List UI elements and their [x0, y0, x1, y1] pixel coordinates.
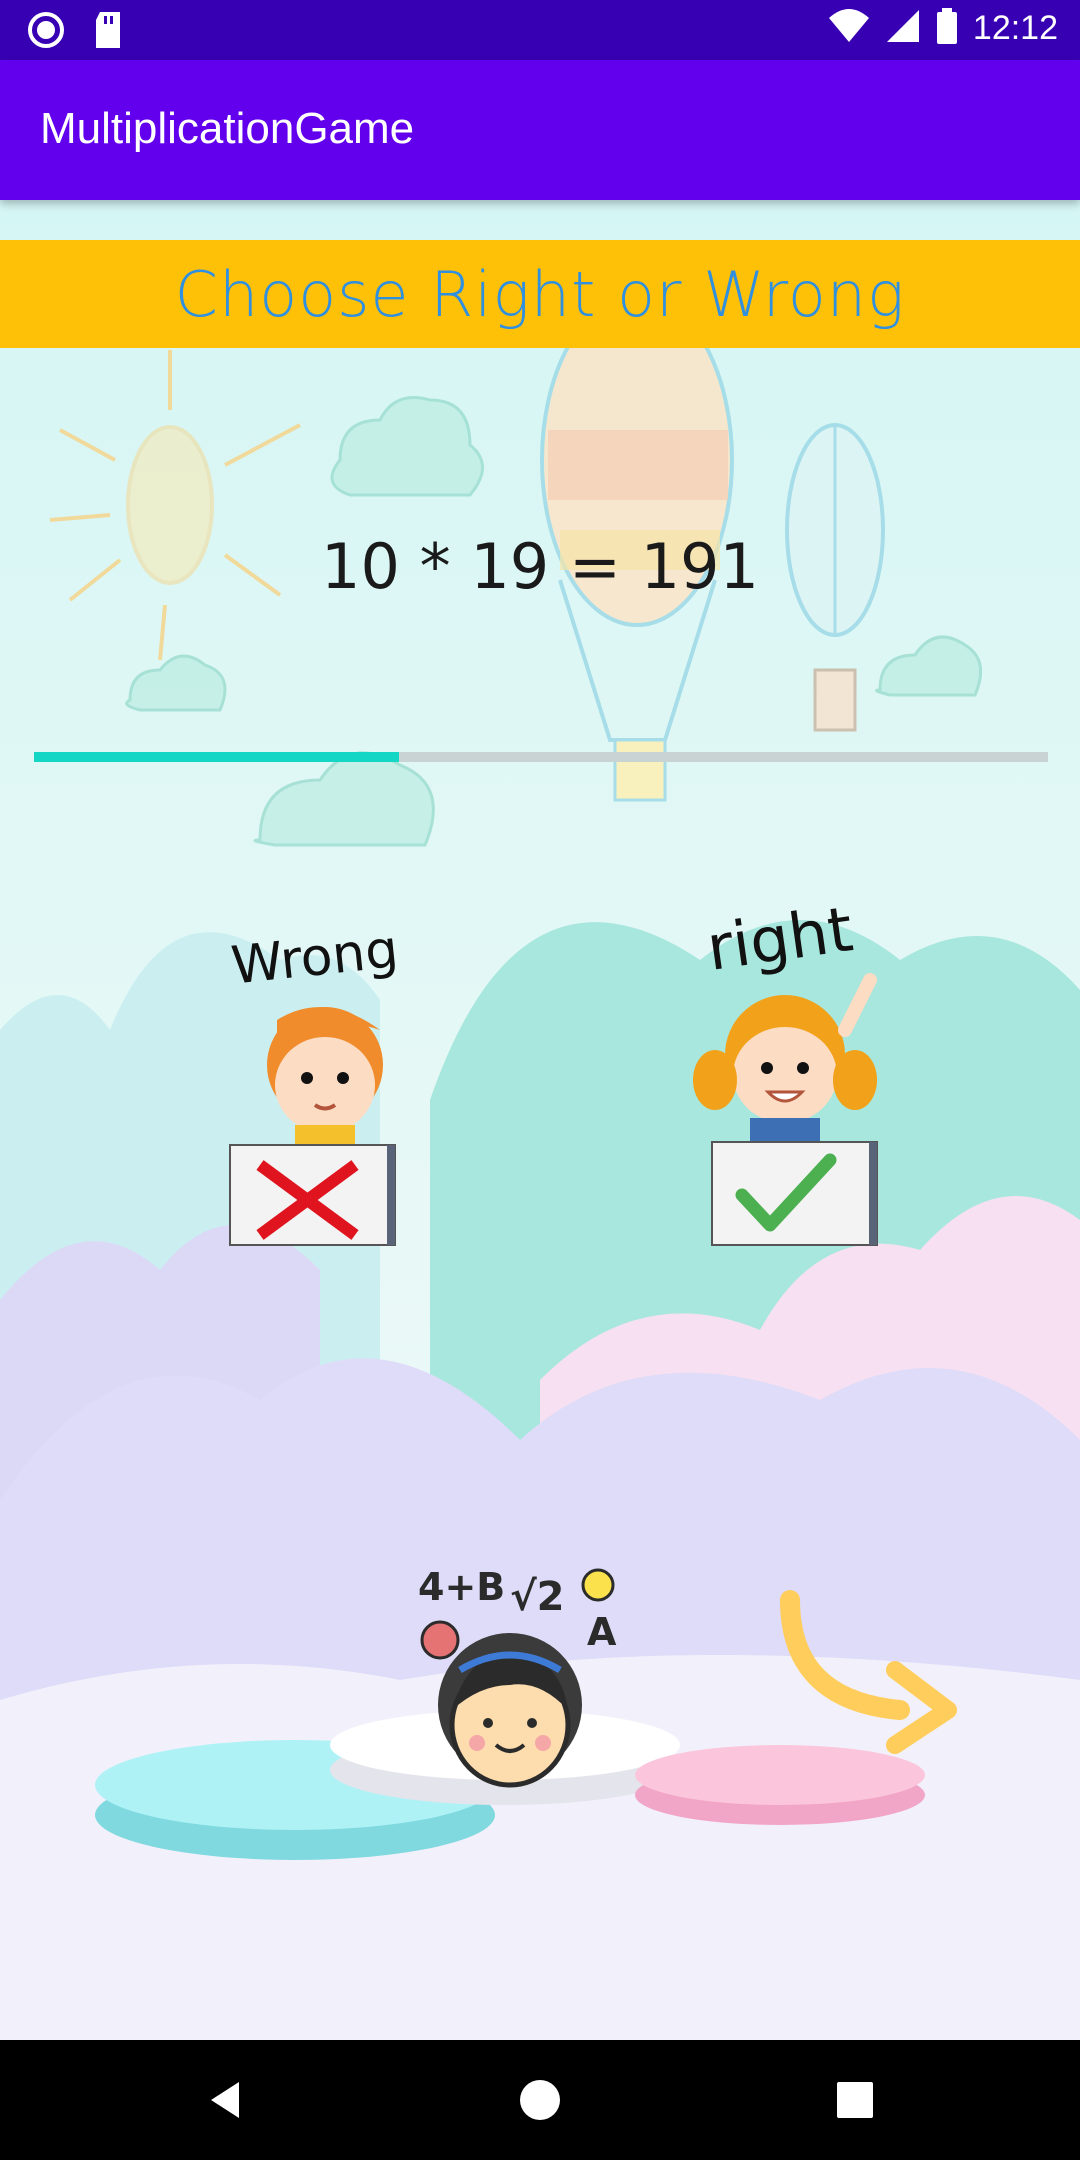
status-bar: 12:12 — [0, 0, 1080, 60]
background-illustration: 4+B √2 A — [0, 200, 1080, 2040]
app-bar: MultiplicationGame — [0, 60, 1080, 200]
app-title: MultiplicationGame — [40, 104, 415, 153]
recents-icon — [837, 2082, 873, 2118]
right-button[interactable]: right — [670, 880, 910, 1250]
navigation-bar — [0, 2040, 1080, 2160]
wrong-button[interactable]: Wrong — [215, 900, 415, 1250]
math-symbol-text: 4+B — [418, 1565, 505, 1609]
wrong-label: Wrong — [229, 919, 401, 996]
recents-button[interactable] — [775, 2040, 935, 2160]
battery-icon — [935, 6, 959, 50]
home-button[interactable] — [460, 2040, 620, 2160]
time-progress-bar — [34, 752, 1048, 762]
wifi-icon — [827, 6, 871, 50]
radio-icon — [26, 10, 66, 54]
right-kid-icon: right — [693, 892, 878, 1246]
right-label: right — [703, 892, 857, 985]
instruction-banner: Choose Right or Wrong — [0, 240, 1080, 348]
home-icon — [520, 2080, 560, 2120]
sd-card-icon — [92, 10, 124, 54]
signal-icon — [885, 6, 921, 50]
back-icon — [211, 2082, 239, 2118]
game-screen: 4+B √2 A Choose Right or Wrong 10 * 19 =… — [0, 200, 1080, 2040]
back-button[interactable] — [145, 2040, 305, 2160]
question-text: 10 * 19 = 191 — [321, 530, 759, 603]
wrong-kid-icon: Wrong — [229, 919, 401, 1246]
math-symbol-text: √2 — [510, 1574, 565, 1620]
clock: 12:12 — [972, 8, 1058, 47]
instruction-text: Choose Right or Wrong — [174, 257, 906, 331]
progress-fill — [34, 752, 400, 762]
math-symbol-text: A — [587, 1610, 617, 1654]
